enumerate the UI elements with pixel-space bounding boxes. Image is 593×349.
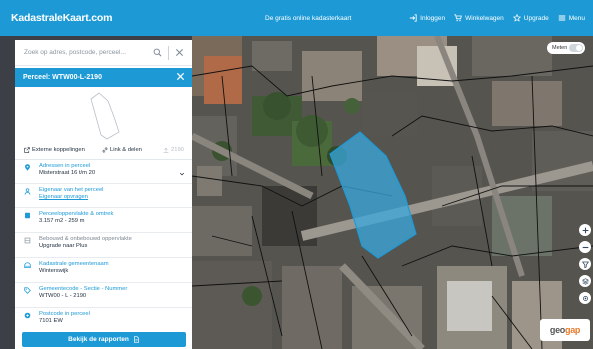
share-link-label: Link & delen <box>110 147 142 153</box>
upgrade-link[interactable]: Upgrade <box>512 14 549 22</box>
view-reports-button[interactable]: Bekijk de rapporten <box>22 332 186 347</box>
measure-toggle[interactable]: Meten <box>547 42 585 54</box>
cart-icon <box>454 14 463 22</box>
geogap-attribution[interactable]: geo gap <box>540 319 590 341</box>
star-icon <box>512 14 521 22</box>
filter-button[interactable] <box>579 258 591 270</box>
parcel-shape-preview <box>90 92 120 140</box>
locate-button[interactable] <box>579 292 591 304</box>
search-input[interactable] <box>24 49 152 56</box>
building-icon <box>24 237 31 244</box>
parcel-sidebar: Perceel: WTW00-L-2190 Externe koppelinge… <box>15 40 192 349</box>
zoom-out-button[interactable] <box>579 241 591 253</box>
aerial-map[interactable]: Meten geo gap <box>192 36 593 349</box>
menu-label: Menu <box>568 14 585 22</box>
map-pin-icon <box>25 164 30 171</box>
parcel-actions: Externe koppelingen Link & delen 2190 <box>15 144 192 156</box>
geogap-part1: geo <box>549 325 565 335</box>
search-bar <box>15 40 192 66</box>
zoom-in-button[interactable] <box>579 224 591 236</box>
plus-icon <box>582 227 588 233</box>
list-item-municipality: Kadastrale gemeentenaam Winterswijk <box>15 258 192 283</box>
request-owner-link[interactable]: Eigenaar opvragen <box>39 194 186 201</box>
list-item-owner: Eigenaar van het perceel Eigenaar opvrag… <box>15 184 192 208</box>
tag-icon <box>24 287 31 294</box>
login-link[interactable]: Inloggen <box>409 14 445 22</box>
list-item-area: Perceeloppervlakte & omtrek 3.157 m2 - 2… <box>15 208 192 233</box>
addresses-label: Adressen in perceel <box>39 163 91 169</box>
external-link-icon <box>24 147 30 153</box>
parcel-title: Perceel: WTW00-L-2190 <box>23 74 102 81</box>
locate-icon <box>582 295 588 301</box>
view-reports-label: Bekijk de rapporten <box>68 336 129 343</box>
top-bar: KadastraleKaart.com De gratis online kad… <box>0 0 593 36</box>
layers-icon <box>581 277 589 285</box>
external-links-label: Externe koppelingen <box>32 147 85 153</box>
built-area-label: Bebouwd & onbebouwd oppervlakte <box>39 236 132 242</box>
municipality-value: Winterswijk <box>39 268 69 274</box>
hamburger-icon <box>558 15 565 21</box>
chevron-down-icon[interactable] <box>179 171 185 177</box>
code-label: Gemeentecode - Sectie - Nummer <box>39 286 128 292</box>
search-separator <box>168 46 169 60</box>
upgrade-plus-value[interactable]: Upgrade naar Plus <box>39 243 186 250</box>
site-logo[interactable]: KadastraleKaart.com <box>11 12 112 24</box>
area-icon <box>25 212 30 219</box>
link-icon <box>102 147 108 153</box>
postcode-icon <box>24 312 31 319</box>
measure-label: Meten <box>552 45 568 51</box>
tagline: De gratis online kadasterkaart <box>265 15 352 22</box>
aerial-imagery <box>192 36 593 349</box>
disabled-action-label: 2190 <box>171 147 184 153</box>
list-item-built-area: Bebouwd & onbebouwd oppervlakte Upgrade … <box>15 233 192 258</box>
minus-icon <box>582 246 588 248</box>
login-icon <box>409 14 417 22</box>
parcel-header: Perceel: WTW00-L-2190 <box>15 68 192 87</box>
close-icon[interactable] <box>176 72 185 81</box>
upload-icon <box>163 147 169 153</box>
document-icon <box>133 336 139 343</box>
external-links-button[interactable]: Externe koppelingen <box>24 147 85 153</box>
postcode-value: 7101 EW <box>39 318 63 324</box>
addresses-value: Misterstraat 16 t/m 20 <box>39 170 96 176</box>
search-icon[interactable] <box>153 48 162 57</box>
login-label: Inloggen <box>420 14 446 22</box>
geogap-part2: gap <box>565 325 581 335</box>
share-link-button[interactable]: Link & delen <box>102 147 142 153</box>
cart-link[interactable]: Winkelwagen <box>454 14 504 22</box>
postcode-label: Postcode in perceel <box>39 311 90 317</box>
user-icon <box>24 188 31 195</box>
parcel-info-list: Adressen in perceel Misterstraat 16 t/m … <box>15 160 192 333</box>
menu-button[interactable]: Menu <box>558 14 585 22</box>
area-label: Perceeloppervlakte & omtrek <box>39 211 114 217</box>
map-controls <box>579 224 591 304</box>
main-nav: Inloggen Winkelwagen Upgrade Menu <box>409 14 585 22</box>
area-value: 3.157 m2 - 259 m <box>39 218 85 224</box>
owner-label: Eigenaar van het perceel <box>39 187 104 193</box>
upgrade-label: Upgrade <box>523 14 549 22</box>
layers-button[interactable] <box>579 275 591 287</box>
municipality-label: Kadastrale gemeentenaam <box>39 261 109 267</box>
list-item-postcode: Postcode in perceel 7101 EW <box>15 308 192 333</box>
municipality-icon <box>24 262 31 268</box>
code-value: WTW00 - L - 2190 <box>39 293 87 299</box>
list-item-addresses[interactable]: Adressen in perceel Misterstraat 16 t/m … <box>15 160 192 184</box>
filter-icon <box>581 261 589 268</box>
clear-search-icon[interactable] <box>175 48 184 57</box>
disabled-action: 2190 <box>163 147 184 153</box>
cart-label: Winkelwagen <box>465 14 504 22</box>
measure-switch[interactable] <box>569 44 583 52</box>
list-item-code: Gemeentecode - Sectie - Nummer WTW00 - L… <box>15 283 192 308</box>
